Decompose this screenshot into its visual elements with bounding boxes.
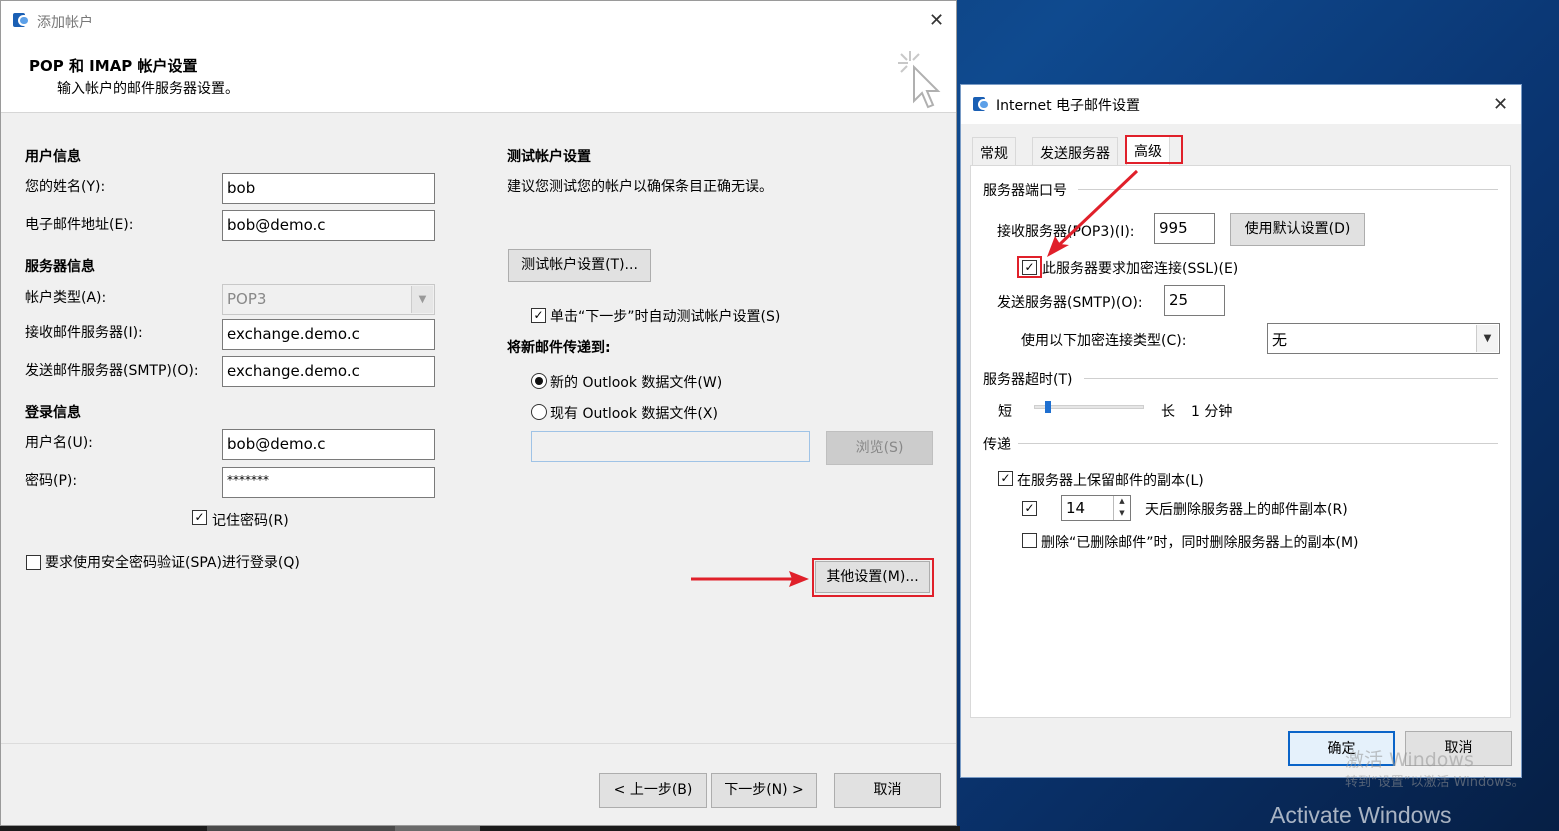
incoming-port-field[interactable]: 995 xyxy=(1154,213,1215,244)
activation-watermark-english: Activate Windows xyxy=(1270,802,1452,828)
timeout-short-label: 短 xyxy=(998,404,1012,420)
remember-password-checkbox[interactable]: ✓ xyxy=(192,510,207,525)
email-field[interactable]: bob@demo.c xyxy=(222,210,435,241)
chevron-down-icon: ▼ xyxy=(1476,325,1498,352)
annotation-highlight-box xyxy=(1125,135,1183,164)
password-field[interactable]: ******* xyxy=(222,467,435,498)
password-label: 密码(P): xyxy=(25,473,78,489)
radio-selected-dot xyxy=(535,377,543,385)
spa-label: 要求使用安全密码验证(SPA)进行登录(Q) xyxy=(45,555,300,571)
outlook-app-icon xyxy=(973,95,991,113)
name-field[interactable]: bob xyxy=(222,173,435,204)
outlook-app-icon xyxy=(13,11,31,29)
ssl-label: 此服务器要求加密连接(SSL)(E) xyxy=(1042,261,1239,277)
activation-watermark-subtitle: 转到“设置”以激活 Windows。 xyxy=(1345,775,1525,790)
remove-after-label: 天后删除服务器上的邮件副本(R) xyxy=(1145,502,1348,518)
remember-password-label: 记住密码(R) xyxy=(212,513,289,529)
test-settings-heading: 测试帐户设置 xyxy=(507,149,591,165)
user-info-heading: 用户信息 xyxy=(25,149,81,165)
remove-after-days-value: 14 xyxy=(1066,499,1086,517)
remove-deleted-label: 删除“已删除邮件”时，同时删除服务器上的副本(M) xyxy=(1041,535,1359,551)
existing-data-file-label: 现有 Outlook 数据文件(X) xyxy=(550,406,718,422)
username-field[interactable]: bob@demo.c xyxy=(222,429,435,460)
chevron-down-icon: ▼ xyxy=(411,286,433,313)
tab-outgoing-server[interactable]: 发送服务器 xyxy=(1032,137,1118,165)
remove-after-checkbox[interactable]: ✓ xyxy=(1022,501,1037,516)
login-info-heading: 登录信息 xyxy=(25,405,81,421)
username-label: 用户名(U): xyxy=(25,435,93,451)
auto-test-label: 单击“下一步”时自动测试帐户设置(S) xyxy=(550,309,781,325)
outgoing-server-field[interactable]: exchange.demo.c xyxy=(222,356,435,387)
incoming-server-field[interactable]: exchange.demo.c xyxy=(222,319,435,350)
auto-test-checkbox[interactable]: ✓ xyxy=(531,308,546,323)
taskbar-strip xyxy=(0,826,960,831)
leave-copy-checkbox[interactable]: ✓ xyxy=(998,471,1013,486)
encryption-type-select[interactable]: 无 ▼ xyxy=(1267,323,1500,354)
account-type-label: 帐户类型(A): xyxy=(25,290,107,306)
encryption-type-value: 无 xyxy=(1272,331,1288,349)
test-account-button[interactable]: 测试帐户设置(T)... xyxy=(508,249,651,282)
annotation-arrow xyxy=(1047,169,1139,257)
spin-down-icon[interactable]: ▼ xyxy=(1114,508,1130,520)
wizard-header: POP 和 IMAP 帐户设置 输入帐户的邮件服务器设置。 xyxy=(1,41,956,113)
title-bar: 添加帐户 ✕ xyxy=(1,1,956,41)
timeout-long-label: 长 xyxy=(1161,404,1175,420)
data-file-path-field[interactable] xyxy=(531,431,810,462)
account-type-select: POP3 ▼ xyxy=(222,284,435,315)
outgoing-server-label: 发送邮件服务器(SMTP)(O): xyxy=(25,363,199,379)
internet-email-settings-dialog: Internet 电子邮件设置 ✕ 常规 发送服务器 高级 服务器端口号 接收服… xyxy=(960,84,1522,778)
close-icon[interactable]: ✕ xyxy=(1493,96,1508,114)
add-account-dialog: 添加帐户 ✕ POP 和 IMAP 帐户设置 输入帐户的邮件服务器设置。 用户信… xyxy=(0,0,957,826)
name-label: 您的姓名(Y): xyxy=(25,179,106,195)
next-button[interactable]: 下一步(N) > xyxy=(711,773,817,808)
browse-button[interactable]: 浏览(S) xyxy=(826,431,933,465)
new-data-file-radio[interactable] xyxy=(531,373,547,389)
page-title: POP 和 IMAP 帐户设置 xyxy=(29,57,198,75)
more-settings-button[interactable]: 其他设置(M)... xyxy=(815,561,930,593)
test-settings-description: 建议您测试您的帐户以确保条目正确无误。 xyxy=(507,179,773,195)
encryption-type-label: 使用以下加密连接类型(C): xyxy=(1021,333,1187,349)
use-defaults-button[interactable]: 使用默认设置(D) xyxy=(1230,213,1365,246)
spin-buttons[interactable]: ▲ ▼ xyxy=(1113,496,1130,520)
spin-up-icon[interactable]: ▲ xyxy=(1114,496,1130,508)
window-title: 添加帐户 xyxy=(37,15,93,31)
footer-divider xyxy=(1,743,956,744)
tab-general[interactable]: 常规 xyxy=(972,137,1016,165)
ssl-checkbox[interactable]: ✓ xyxy=(1022,260,1037,275)
incoming-server-label: 接收邮件服务器(I): xyxy=(25,325,143,341)
window-title: Internet 电子邮件设置 xyxy=(996,98,1141,114)
timeout-heading: 服务器超时(T) xyxy=(983,372,1073,388)
back-button[interactable]: < 上一步(B) xyxy=(599,773,707,808)
outgoing-port-label: 发送服务器(SMTP)(O): xyxy=(997,295,1143,311)
delivery-heading: 传递 xyxy=(983,437,1011,453)
email-label: 电子邮件地址(E): xyxy=(25,217,134,233)
remove-deleted-checkbox[interactable] xyxy=(1022,533,1037,548)
page-subtitle: 输入帐户的邮件服务器设置。 xyxy=(57,81,239,97)
title-bar: Internet 电子邮件设置 ✕ xyxy=(961,85,1521,124)
close-icon[interactable]: ✕ xyxy=(929,12,944,30)
timeout-slider-thumb[interactable] xyxy=(1045,401,1051,413)
leave-copy-label: 在服务器上保留邮件的副本(L) xyxy=(1017,473,1204,489)
spa-checkbox[interactable] xyxy=(26,555,41,570)
outgoing-port-field[interactable]: 25 xyxy=(1164,285,1225,316)
annotation-arrow xyxy=(691,571,809,587)
new-data-file-label: 新的 Outlook 数据文件(W) xyxy=(550,375,723,391)
cancel-button[interactable]: 取消 xyxy=(834,773,941,808)
activation-watermark-title: 激活 Windows xyxy=(1345,749,1474,771)
remove-after-days-stepper[interactable]: 14 ▲ ▼ xyxy=(1061,495,1131,521)
account-type-value: POP3 xyxy=(227,290,267,308)
cursor-sparkle-icon xyxy=(898,51,941,109)
server-info-heading: 服务器信息 xyxy=(25,259,95,275)
deliver-heading: 将新邮件传递到: xyxy=(507,340,611,356)
existing-data-file-radio[interactable] xyxy=(531,404,547,420)
timeout-value: 1 分钟 xyxy=(1191,404,1233,420)
